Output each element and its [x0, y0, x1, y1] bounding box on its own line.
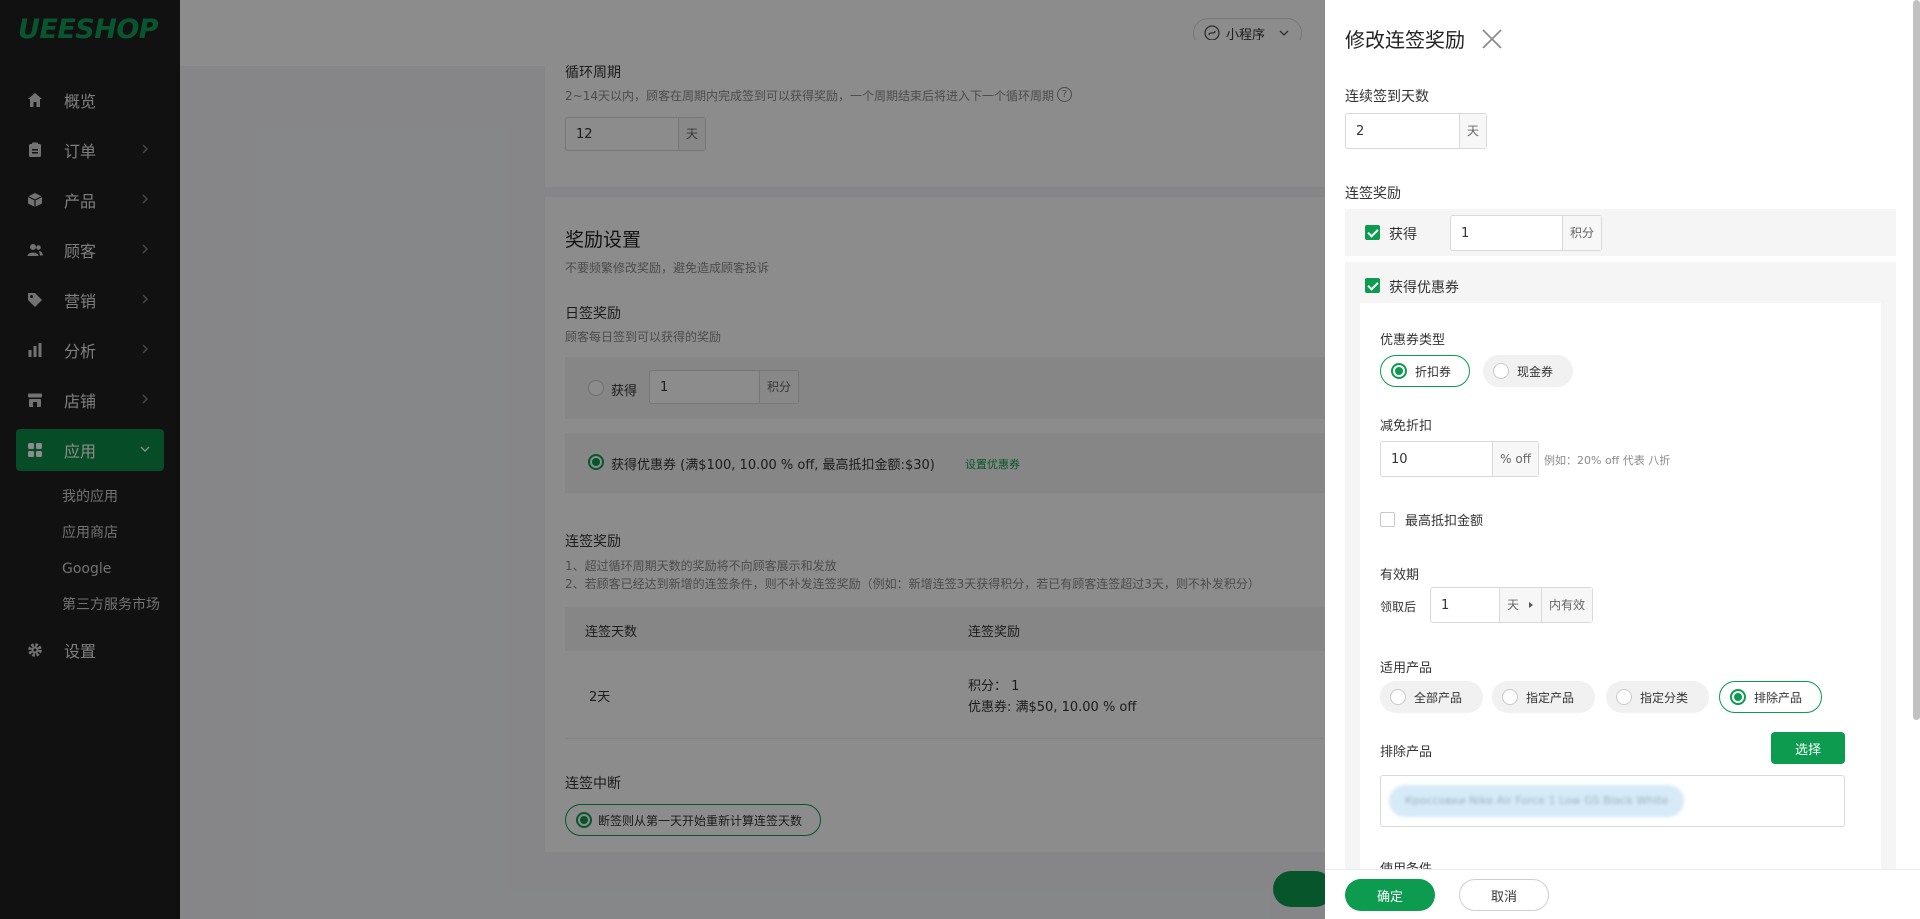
- coupon-type-cash-label: 现金券: [1517, 364, 1554, 379]
- days-value: 2: [1356, 123, 1365, 139]
- coupon-settings-panel: 优惠券类型 折扣券 现金券 减免折扣 10 % off 例如：20% off 代…: [1360, 303, 1881, 877]
- excluded-products-box[interactable]: Кроссовки Nike Air Force 1 Low GS Black …: [1380, 775, 1845, 827]
- exclude-label: 排除产品: [1380, 745, 1433, 760]
- validity-unit: 天: [1506, 598, 1519, 612]
- validity-input[interactable]: 1 天 内有效: [1430, 587, 1593, 623]
- product-option-exclude-radio: [1730, 689, 1746, 705]
- coupon-type-cash-radio: [1493, 363, 1509, 379]
- modal-overlay[interactable]: [0, 0, 1325, 919]
- discount-unit: % off: [1492, 442, 1538, 476]
- discount-value: 10: [1391, 451, 1408, 467]
- coupon-type-discount[interactable]: 折扣券: [1380, 355, 1470, 387]
- product-option-category-radio: [1616, 689, 1632, 705]
- points-input[interactable]: 1 积分: [1450, 215, 1602, 251]
- product-option-specified-radio: [1502, 689, 1518, 705]
- days-input[interactable]: 2 天: [1345, 113, 1487, 149]
- points-reward-row: 获得 1 积分: [1345, 209, 1896, 256]
- coupon-type-discount-radio: [1391, 363, 1407, 379]
- coupon-type-cash[interactable]: 现金券: [1483, 355, 1573, 387]
- max-deduct-label: 最高抵扣金额: [1405, 514, 1484, 529]
- product-option-all-label: 全部产品: [1414, 690, 1463, 705]
- points-checkbox[interactable]: [1365, 225, 1380, 240]
- product-option-specified[interactable]: 指定产品: [1492, 681, 1595, 713]
- validity-prefix: 领取后: [1380, 600, 1417, 614]
- coupon-type-label: 优惠券类型: [1380, 333, 1446, 348]
- coupon-check-label: 获得优惠券: [1389, 280, 1459, 296]
- max-deduct-checkbox[interactable]: [1380, 512, 1395, 527]
- drawer-footer: 确定 取消: [1325, 869, 1920, 919]
- drawer-scrollbar[interactable]: [1913, 0, 1920, 720]
- product-option-all-radio: [1390, 689, 1406, 705]
- discount-hint: 例如：20% off 代表 八折: [1544, 454, 1671, 467]
- validity-value: 1: [1441, 597, 1450, 613]
- select-products-button[interactable]: 选择: [1771, 732, 1845, 764]
- drawer-title: 修改连签奖励: [1345, 28, 1465, 52]
- product-option-category-label: 指定分类: [1640, 690, 1689, 705]
- coupon-checkbox[interactable]: [1365, 278, 1380, 293]
- cancel-button[interactable]: 取消: [1459, 879, 1549, 911]
- discount-input[interactable]: 10 % off: [1380, 441, 1539, 477]
- days-unit: 天: [1458, 114, 1486, 148]
- product-option-category[interactable]: 指定分类: [1606, 681, 1709, 713]
- product-option-exclude-label: 排除产品: [1754, 690, 1803, 705]
- product-option-all[interactable]: 全部产品: [1380, 681, 1483, 713]
- days-label: 连续签到天数: [1345, 89, 1429, 105]
- caret-right-icon: [1528, 602, 1533, 608]
- edit-streak-reward-drawer: 修改连签奖励 连续签到天数 2 天 连签奖励 获得 1 积分 获得优惠券 优惠券…: [1325, 0, 1920, 919]
- product-option-exclude[interactable]: 排除产品: [1719, 681, 1822, 713]
- coupon-type-discount-label: 折扣券: [1415, 364, 1452, 379]
- points-unit: 积分: [1561, 216, 1601, 250]
- points-get-label: 获得: [1389, 227, 1417, 243]
- confirm-button[interactable]: 确定: [1345, 879, 1435, 911]
- reward-label: 连签奖励: [1345, 186, 1401, 202]
- product-option-specified-label: 指定产品: [1526, 690, 1575, 705]
- excluded-product-tag[interactable]: Кроссовки Nike Air Force 1 Low GS Black …: [1389, 785, 1685, 817]
- coupon-reward-section: 获得优惠券 优惠券类型 折扣券 现金券 减免折扣 10 % off 例如：20%…: [1345, 262, 1896, 877]
- validity-unit-select[interactable]: 天: [1498, 588, 1541, 622]
- close-icon[interactable]: [1480, 27, 1504, 51]
- discount-label: 减免折扣: [1380, 419, 1433, 434]
- points-value: 1: [1461, 225, 1470, 241]
- validity-label: 有效期: [1380, 568, 1420, 583]
- validity-suffix: 内有效: [1540, 588, 1592, 622]
- products-label: 适用产品: [1380, 661, 1433, 676]
